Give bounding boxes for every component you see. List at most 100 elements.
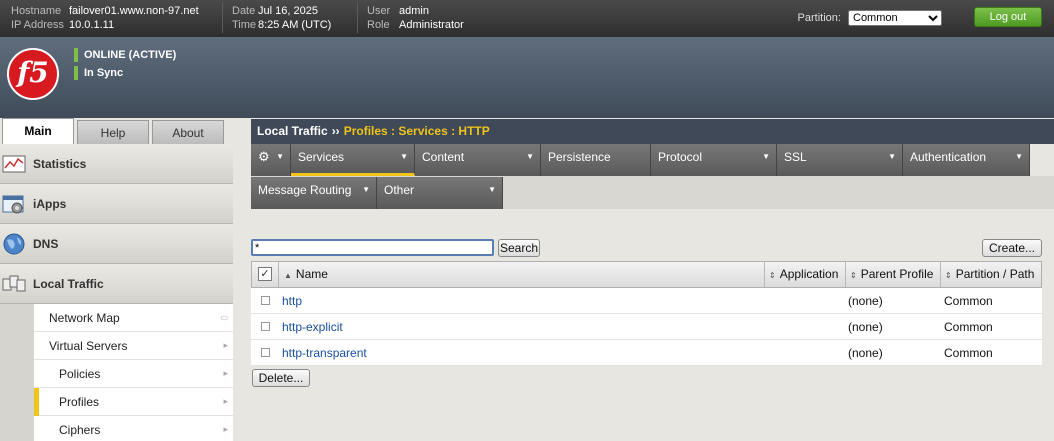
column-label: Partition / Path — [955, 267, 1035, 281]
create-button[interactable]: Create... — [982, 239, 1042, 257]
sidebar-item-dns[interactable]: DNS — [0, 224, 233, 264]
user-value: admin — [399, 5, 429, 17]
local-traffic-icon — [2, 275, 26, 292]
profile-name-link[interactable]: http-explicit — [282, 320, 343, 334]
sidebar-item-network-map[interactable]: Network Map ▭ — [34, 304, 233, 332]
table-row: http-explicit (none) Common — [251, 314, 1042, 340]
sidebar-label: Local Traffic — [33, 277, 104, 291]
chevron-down-icon: ▼ — [362, 185, 370, 194]
column-label: Parent Profile — [860, 267, 934, 281]
menu-item-authentication[interactable]: Authentication ▼ — [903, 144, 1030, 176]
column-label: Name — [295, 267, 328, 281]
partition-cell: Common — [944, 294, 993, 308]
logo-text: f5 — [17, 56, 49, 89]
menu-label: SSL — [784, 150, 807, 164]
menu-item-ssl[interactable]: SSL ▼ — [777, 144, 903, 176]
sidebar-item-ciphers[interactable]: Ciphers ▸ — [34, 416, 233, 441]
date-label: Date — [232, 5, 256, 17]
statistics-icon — [2, 155, 26, 173]
time-value: 8:25 AM (UTC) — [258, 19, 332, 31]
menu-item-protocol[interactable]: Protocol ▼ — [651, 144, 777, 176]
row-checkbox[interactable] — [261, 296, 270, 305]
ip-label: IP Address — [11, 19, 64, 31]
select-all-checkbox[interactable]: ✓ — [258, 267, 272, 281]
sidebar-item-statistics[interactable]: Statistics — [0, 144, 233, 184]
chevron-down-icon: ▼ — [276, 152, 284, 161]
partition-cell: Common — [944, 320, 993, 334]
parent-profile-cell: (none) — [848, 320, 883, 334]
tab-help[interactable]: Help — [77, 120, 149, 144]
tab-main[interactable]: Main — [2, 118, 74, 144]
left-tabs: Main Help About — [0, 118, 233, 144]
chevron-down-icon: ▼ — [888, 152, 896, 161]
sort-asc-icon: ▲ — [284, 271, 292, 280]
ip-value: 10.0.1.11 — [69, 19, 115, 31]
chevron-down-icon: ▼ — [488, 185, 496, 194]
sidebar-item-policies[interactable]: Policies ▸ — [34, 360, 233, 388]
role-value: Administrator — [399, 19, 464, 31]
chevron-right-icon: ▸ — [223, 368, 228, 378]
partition-label: Partition: — [797, 12, 841, 24]
logout-button[interactable]: Log out — [974, 7, 1042, 27]
tab-about[interactable]: About — [152, 120, 224, 144]
column-header-application[interactable]: ⇕ Application — [764, 262, 844, 287]
gear-icon: ⚙ — [258, 149, 270, 164]
profile-name-link[interactable]: http — [282, 294, 302, 308]
chevron-down-icon: ▼ — [526, 152, 534, 161]
row-checkbox[interactable] — [261, 348, 270, 357]
column-label: Application — [779, 267, 839, 281]
top-bar: Hostname failover01.www.non-97.net IP Add… — [0, 0, 1054, 37]
header-banner: f5 ONLINE (ACTIVE) In Sync — [0, 37, 1054, 118]
sidebar-label: Statistics — [33, 157, 87, 171]
f5-logo: f5 — [7, 48, 59, 100]
sidebar-sub-label: Ciphers — [59, 423, 101, 437]
settings-menu[interactable]: ⚙ ▼ — [251, 144, 291, 176]
user-info: User admin Role Administrator — [367, 4, 464, 32]
sidebar: Statistics iApps DNS Local Traffic Netwo… — [0, 144, 233, 441]
sidebar-sub-label: Virtual Servers — [49, 339, 128, 353]
search-input[interactable] — [251, 239, 494, 256]
delete-button[interactable]: Delete... — [252, 369, 310, 387]
time-label: Time — [232, 19, 257, 31]
sidebar-item-profiles[interactable]: Profiles ▸ — [34, 388, 233, 416]
menu-item-message-routing[interactable]: Message Routing ▼ — [251, 177, 377, 209]
iapps-icon — [2, 195, 24, 214]
hostname-value: failover01.www.non-97.net — [69, 5, 199, 17]
menu-item-other[interactable]: Other ▼ — [377, 177, 503, 209]
menu-label: Content — [422, 150, 465, 164]
table-row: http (none) Common — [251, 288, 1042, 314]
topbar-divider — [222, 3, 223, 33]
column-header-parent-profile[interactable]: ⇕ Parent Profile — [845, 262, 940, 287]
menu-label: Persistence — [548, 150, 611, 164]
user-label: User — [367, 5, 391, 17]
sidebar-item-iapps[interactable]: iApps — [0, 184, 233, 224]
hostname-label: Hostname — [11, 5, 62, 17]
menu-item-services[interactable]: Services ▼ — [291, 144, 415, 176]
menu-item-persistence[interactable]: Persistence — [541, 144, 651, 176]
chevron-right-icon: ▸ — [223, 424, 228, 434]
row-checkbox[interactable] — [261, 322, 270, 331]
menu-label: Protocol — [658, 150, 703, 164]
breadcrumb-root[interactable]: Local Traffic — [257, 124, 328, 138]
parent-profile-cell: (none) — [848, 346, 883, 360]
sidebar-item-local-traffic[interactable]: Local Traffic — [0, 264, 233, 304]
column-header-partition[interactable]: ⇕ Partition / Path — [940, 262, 1041, 287]
partition-selector: Partition: Common — [798, 10, 942, 26]
partition-select[interactable]: Common — [848, 10, 942, 26]
breadcrumb-separator: ›› — [331, 124, 340, 138]
table-header: ✓ ▲ Name ⇕ Application ⇕ Parent Profile ⇕ Pa… — [251, 261, 1042, 288]
sidebar-item-virtual-servers[interactable]: Virtual Servers ▸ — [34, 332, 233, 360]
menu-item-content[interactable]: Content ▼ — [415, 144, 541, 176]
sidebar-sub-label: Policies — [59, 367, 101, 381]
map-icon: ▭ — [220, 313, 228, 322]
profile-type-menu: ⚙ ▼ Services ▼ Content ▼ Persistence Protoc… — [251, 144, 1030, 210]
menu-label: Message Routing — [258, 183, 352, 197]
search-button[interactable]: Search — [498, 239, 540, 257]
status-sync[interactable]: In Sync — [74, 66, 123, 80]
sidebar-sub-label: Network Map — [49, 311, 120, 325]
chevron-right-icon: ▸ — [223, 396, 228, 406]
sort-icon: ⇕ — [945, 271, 952, 280]
dns-globe-icon — [3, 233, 25, 255]
profile-name-link[interactable]: http-transparent — [282, 346, 367, 360]
column-header-name[interactable]: ▲ Name — [278, 262, 764, 287]
